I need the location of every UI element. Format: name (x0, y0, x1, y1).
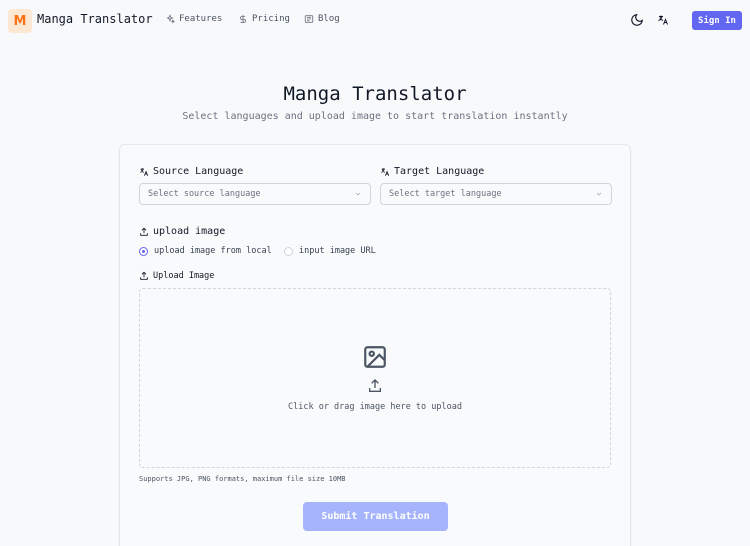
target-language-placeholder: Select target language (389, 189, 502, 199)
page-title: Manga Translator (283, 83, 467, 105)
radio-button-checked[interactable] (139, 246, 148, 256)
moon-icon (631, 14, 643, 26)
upload-icon (369, 379, 381, 392)
submit-translation-button[interactable]: Submit Translation (303, 502, 448, 531)
dollar-icon (240, 14, 246, 24)
source-language-label-text: Source Language (153, 166, 244, 177)
upload-icon (140, 271, 148, 280)
radio-image-url[interactable]: input image URL (284, 246, 376, 256)
sparkles-icon (166, 14, 175, 24)
radio-button[interactable] (284, 246, 293, 256)
upload-image-label: Upload Image (139, 271, 214, 281)
top-nav: M Manga Translator Features Pricing Blog… (0, 0, 750, 41)
theme-toggle-button[interactable] (629, 12, 645, 28)
nav-features[interactable]: Features (165, 14, 222, 24)
language-button[interactable] (655, 12, 671, 28)
brand-name[interactable]: Manga Translator (37, 12, 153, 26)
nav-pricing-label: Pricing (252, 14, 290, 24)
chevron-down-icon (596, 192, 602, 196)
dropzone-text: Click or drag image here to upload (288, 402, 462, 412)
target-language-label-text: Target Language (394, 166, 485, 177)
upload-mode-label: upload image (139, 226, 225, 237)
target-language-label: Target Language (380, 166, 484, 177)
upload-image-label-text: Upload Image (153, 271, 215, 281)
radio-image-url-label: input image URL (299, 246, 376, 256)
image-icon (364, 346, 386, 368)
translate-icon (381, 167, 390, 176)
logo-letter: M (13, 13, 27, 29)
logo[interactable]: M (8, 9, 32, 33)
target-language-select[interactable]: Select target language (380, 183, 612, 205)
translation-form-card: Source Language Select source language T… (119, 144, 631, 546)
translate-icon (658, 15, 668, 25)
newspaper-icon (304, 15, 314, 23)
source-language-label: Source Language (139, 166, 243, 177)
source-language-placeholder: Select source language (148, 189, 261, 199)
chevron-down-icon (355, 192, 361, 196)
nav-features-label: Features (179, 14, 223, 24)
sign-in-button[interactable]: Sign In (692, 11, 742, 30)
page-subtitle: Select languages and upload image to sta… (182, 111, 568, 122)
file-format-hint: Supports JPG, PNG formats, maximum file … (139, 475, 346, 483)
nav-blog-label: Blog (318, 14, 340, 24)
translate-icon (140, 167, 149, 176)
upload-mode-label-text: upload image (153, 226, 226, 237)
source-language-select[interactable]: Select source language (139, 183, 371, 205)
radio-upload-local[interactable]: upload image from local (139, 246, 272, 256)
nav-blog[interactable]: Blog (304, 14, 340, 24)
upload-icon (140, 227, 148, 236)
radio-upload-local-label: upload image from local (154, 246, 272, 256)
image-dropzone[interactable]: Click or drag image here to upload (139, 288, 611, 468)
nav-pricing[interactable]: Pricing (238, 14, 290, 24)
